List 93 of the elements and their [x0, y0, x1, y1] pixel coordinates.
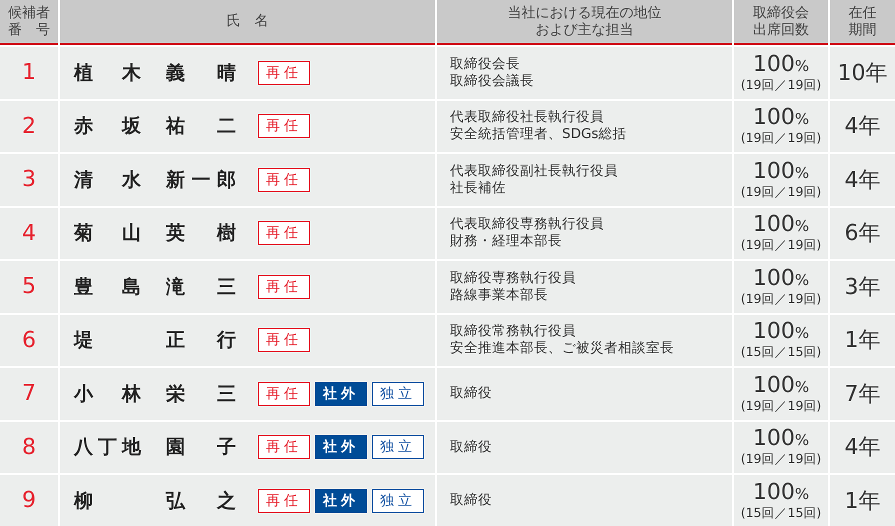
tenure: 3年: [830, 261, 895, 312]
status-tag: 再任: [258, 221, 310, 246]
given-name: 園子: [166, 435, 236, 460]
given-name: 弘之: [166, 488, 236, 514]
status-tag: 再任: [258, 328, 310, 352]
family-name: 八丁地: [74, 435, 141, 460]
status-tag: 再任: [258, 274, 310, 299]
column-header: 候補者: [8, 4, 50, 22]
column-header: 取締役会: [753, 4, 809, 22]
position-text: 代表取締役社長執行役員: [450, 109, 604, 126]
position-text: 取締役: [450, 438, 492, 456]
candidate-number: 9: [0, 475, 58, 526]
family-name: 清水: [74, 168, 141, 193]
status-tag: 再任: [258, 114, 310, 138]
given-name: 祐二: [166, 114, 236, 140]
position-text: 取締役: [450, 492, 492, 510]
status-tag: 再任: [258, 488, 310, 513]
attendance-rate: 100%: [752, 482, 810, 505]
tenure: 1年: [830, 314, 895, 366]
meeting-count: (19回／19回): [740, 398, 822, 413]
meeting-count: (19回／19回): [740, 290, 822, 306]
attendance-rate: 100%: [752, 268, 810, 291]
given-name: 正行: [166, 328, 236, 354]
meeting-count: (19回／19回): [740, 76, 822, 92]
given-name: 栄三: [166, 382, 236, 407]
column-header: 当社における現在の地位: [508, 4, 662, 22]
meeting-count: (15回／15回): [740, 344, 822, 360]
tenure: 1年: [830, 475, 895, 526]
candidate-number: 2: [0, 100, 58, 152]
status-tag: 社外: [315, 435, 367, 460]
position-text: 安全推進本部長、ご被災者相談室長: [450, 340, 674, 358]
attendance-rate: 100%: [752, 321, 810, 344]
attendance-rate: 100%: [752, 428, 810, 452]
column-header: 出席回数: [753, 22, 809, 38]
tenure: 4年: [830, 100, 895, 152]
position-text: 取締役: [450, 385, 492, 402]
family-name: 菊山: [74, 221, 141, 246]
position-text: 代表取締役副社長執行役員: [450, 162, 618, 180]
position-text: 代表取締役専務執行役員: [450, 216, 604, 234]
status-tag: 再任: [258, 435, 310, 460]
given-name: 滝三: [166, 274, 236, 300]
candidate-number: 7: [0, 368, 58, 420]
status-tag: 再任: [258, 382, 310, 406]
position-text: 取締役専務執行役員: [450, 270, 576, 287]
meeting-count: (19回／19回): [740, 184, 822, 199]
status-tag: 独立: [372, 435, 424, 460]
status-tag: 再任: [258, 168, 310, 192]
status-tag: 独立: [372, 488, 424, 513]
candidate-number: 4: [0, 208, 58, 259]
position-text: 取締役常務執行役員: [450, 323, 576, 340]
attendance-rate: 100%: [752, 374, 810, 398]
attendance-rate: 100%: [752, 54, 810, 77]
tenure: 4年: [830, 422, 895, 473]
position-text: 社長補佐: [450, 180, 506, 197]
tenure: 7年: [830, 368, 895, 420]
column-header: および主な担当: [536, 22, 634, 38]
meeting-count: (19回／19回): [740, 130, 822, 146]
given-name: 新一郎: [166, 168, 236, 193]
column-header: 番 号: [8, 22, 50, 38]
column-header: 期間: [848, 22, 876, 38]
status-tag: 独立: [372, 382, 424, 406]
position-text: 取締役会長: [450, 56, 520, 73]
column-header: 在任: [848, 4, 876, 22]
attendance-rate: 100%: [752, 214, 810, 238]
candidate-number: 8: [0, 422, 58, 473]
family-name: 小林: [74, 382, 141, 407]
candidate-number: 6: [0, 314, 58, 366]
position-text: 安全統括管理者、SDGs総括: [450, 126, 626, 144]
given-name: 義晴: [166, 60, 236, 86]
tenure: 10年: [830, 47, 895, 98]
family-name: 豊島: [74, 274, 141, 300]
candidate-number: 5: [0, 261, 58, 312]
position-text: 財務・経理本部長: [450, 233, 562, 250]
position-text: 路線事業本部長: [450, 286, 548, 304]
meeting-count: (19回／19回): [740, 451, 822, 466]
candidate-number: 1: [0, 47, 58, 98]
family-name: 植木: [74, 60, 141, 86]
given-name: 英樹: [166, 221, 236, 246]
status-tag: 社外: [315, 488, 367, 513]
family-name: 堤: [74, 328, 94, 354]
attendance-rate: 100%: [752, 160, 810, 184]
family-name: 赤坂: [74, 114, 141, 140]
status-tag: 再任: [258, 60, 310, 85]
candidate-number: 3: [0, 154, 58, 206]
column-header: 氏 名: [226, 13, 268, 30]
meeting-count: (19回／19回): [740, 237, 822, 252]
meeting-count: (15回／15回): [740, 504, 822, 520]
status-tag: 社外: [315, 382, 367, 406]
tenure: 4年: [830, 154, 895, 206]
position-text: 取締役会議長: [450, 72, 534, 90]
tenure: 6年: [830, 208, 895, 259]
family-name: 柳: [74, 488, 94, 514]
attendance-rate: 100%: [752, 107, 810, 130]
